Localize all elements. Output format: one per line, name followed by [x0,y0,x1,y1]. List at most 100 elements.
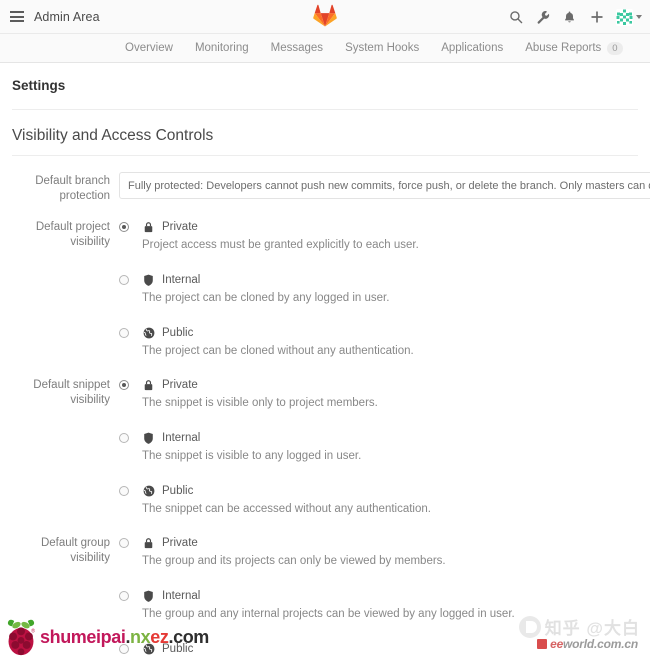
globe-icon [142,642,155,655]
option-head: Private [142,219,638,234]
subnav-item-abuse-reports[interactable]: Abuse Reports 0 [525,41,623,55]
field-group-visibility: Default group visibility Private The gro… [12,534,638,661]
branch-protection-control: Fully protected: Developers cannot push … [110,172,650,204]
search-icon[interactable] [508,10,523,25]
radio-input-private[interactable] [119,380,129,390]
option-body: Public The group and any public projects… [142,641,638,661]
radio-option-internal[interactable]: Internal The snippet is visible to any l… [119,430,638,463]
subnav-label: Monitoring [194,42,249,54]
group-visibility-radio-group: Private The group and its projects can o… [119,534,638,661]
chevron-down-icon [636,15,642,19]
field-branch-protection: Default branch protection Fully protecte… [12,172,650,204]
lock-icon [142,220,155,233]
subnav-item-applications[interactable]: Applications [441,42,503,54]
snippet-visibility-label: Default snippet visibility [33,379,110,406]
wrench-icon[interactable] [535,10,550,25]
radio-option-public[interactable]: Public The group and any public projects… [119,641,638,661]
radio-option-public[interactable]: Public The project can be cloned without… [119,325,638,358]
navbar-left: Admin Area [0,10,100,24]
plus-icon[interactable] [589,10,604,25]
radio-input-internal[interactable] [119,433,129,443]
radio-input-private[interactable] [119,538,129,548]
subnav-label: System Hooks [345,42,420,54]
radio-input-public[interactable] [119,644,129,654]
option-head: Public [142,483,638,498]
subnav-item-overview[interactable]: Overview [125,42,173,54]
option-body: Internal The project can be cloned by an… [142,272,638,305]
lock-icon [142,378,155,391]
option-description: The snippet can be accessed without any … [142,503,431,515]
subnav-label: Abuse Reports [525,42,602,54]
branch-protection-select[interactable]: Fully protected: Developers cannot push … [119,172,650,199]
project-visibility-control: Private Project access must be granted e… [110,218,638,358]
option-name: Internal [162,431,201,444]
page-title: Settings [12,63,638,110]
top-navbar: Admin Area [0,0,650,34]
subnav-label: Applications [441,42,504,54]
radio-input-public[interactable] [119,486,129,496]
option-description: The snippet is visible to any logged in … [142,450,362,462]
hamburger-icon[interactable] [10,11,24,22]
admin-subnav: Overview Monitoring Messages System Hook… [0,34,650,63]
subnav-item-system-hooks[interactable]: System Hooks [345,42,419,54]
radio-option-public[interactable]: Public The snippet can be accessed witho… [119,483,638,516]
option-name: Private [162,220,198,233]
option-head: Private [142,535,638,550]
bell-icon[interactable] [562,10,577,25]
project-visibility-label: Default project visibility [35,221,110,248]
option-description: The group and its projects can only be v… [142,555,446,567]
option-head: Public [142,325,638,340]
option-name: Private [162,536,198,549]
subnav-item-messages[interactable]: Messages [271,42,323,54]
radio-option-internal[interactable]: Internal The project can be cloned by an… [119,272,638,305]
app-window: Admin Area Overview Monitoring Messages … [0,0,650,661]
option-description: The project can be cloned without any au… [142,345,414,357]
option-head: Internal [142,430,638,445]
lock-icon [142,536,155,549]
option-description: The snippet is visible only to project m… [142,397,378,409]
option-body: Public The snippet can be accessed witho… [142,483,638,516]
globe-icon [142,484,155,497]
radio-input-internal[interactable] [119,591,129,601]
option-name: Public [162,484,194,497]
gitlab-logo [311,1,339,29]
option-body: Public The project can be cloned without… [142,325,638,358]
project-visibility-radio-group: Private Project access must be granted e… [119,218,638,358]
option-head: Internal [142,272,638,287]
radio-option-internal[interactable]: Internal The group and any internal proj… [119,588,638,621]
option-name: Public [162,326,194,339]
radio-input-public[interactable] [119,328,129,338]
radio-input-private[interactable] [119,222,129,232]
field-snippet-visibility: Default snippet visibility Private The s… [12,376,638,516]
group-visibility-label: Default group visibility [40,537,110,564]
option-head: Private [142,377,638,392]
option-body: Private The group and its projects can o… [142,535,638,568]
radio-input-internal[interactable] [119,275,129,285]
user-menu[interactable] [616,8,642,26]
avatar [616,8,633,26]
globe-icon [142,326,155,339]
option-head: Internal [142,588,638,603]
option-description: The group and any internal projects can … [142,608,515,620]
settings-content: Settings Visibility and Access Controls … [0,63,650,661]
group-visibility-control: Private The group and its projects can o… [110,534,638,661]
option-body: Private Project access must be granted e… [142,219,638,252]
subnav-label: Messages [270,42,324,54]
subnav-label: Overview [125,42,173,54]
subnav-item-monitoring[interactable]: Monitoring [195,42,249,54]
option-head: Public [142,641,638,656]
option-body: Internal The group and any internal proj… [142,588,638,621]
section-title: Visibility and Access Controls [12,110,638,156]
option-body: Private The snippet is visible only to p… [142,377,638,410]
option-name: Internal [162,273,201,286]
shield-icon [142,431,155,444]
option-name: Private [162,378,198,391]
radio-option-private[interactable]: Private The snippet is visible only to p… [119,377,638,410]
radio-option-private[interactable]: Private The group and its projects can o… [119,535,638,568]
snippet-visibility-radio-group: Private The snippet is visible only to p… [119,376,638,516]
option-description: The project can be cloned by any logged … [142,292,390,304]
snippet-visibility-control: Private The snippet is visible only to p… [110,376,638,516]
radio-option-private[interactable]: Private Project access must be granted e… [119,219,638,252]
option-name: Internal [162,589,201,602]
admin-area-title: Admin Area [34,9,100,24]
